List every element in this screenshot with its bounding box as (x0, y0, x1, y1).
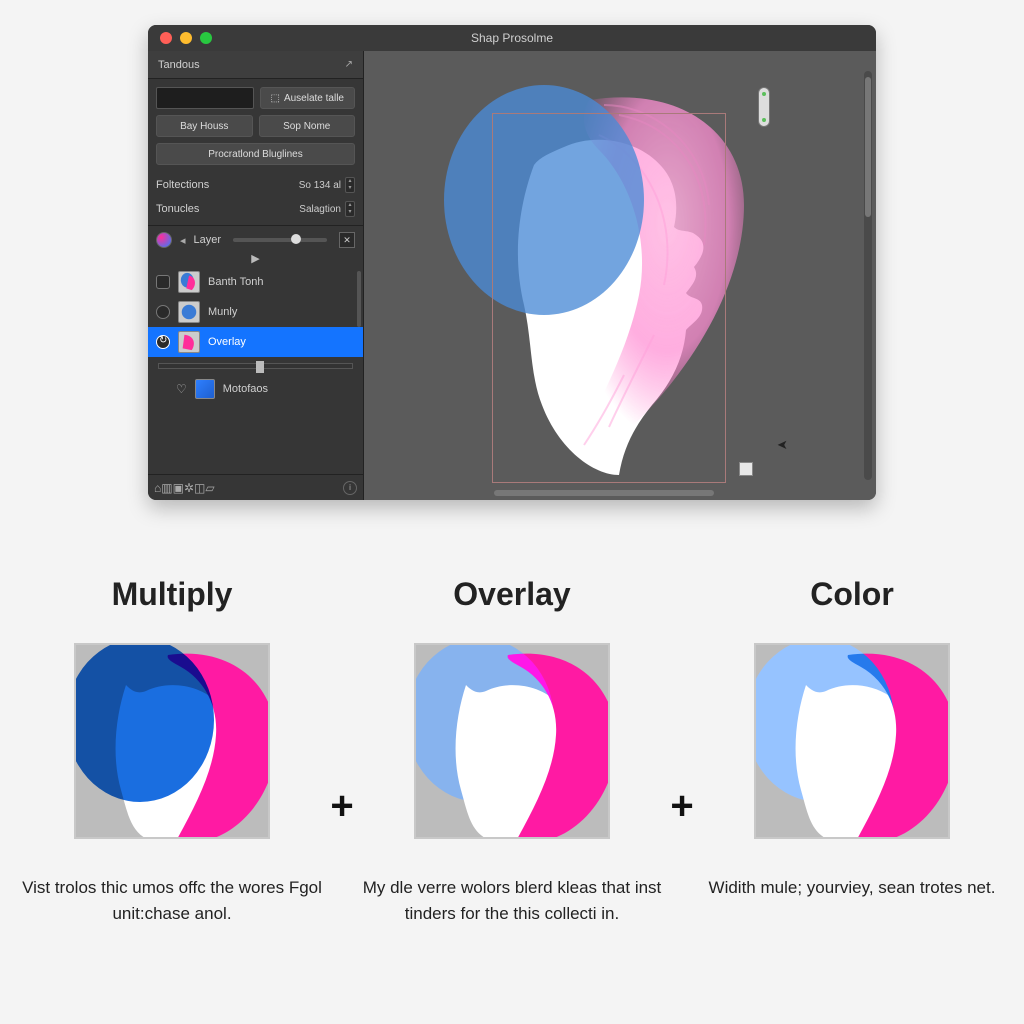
layer-name: Motofaos (223, 383, 268, 395)
home-icon[interactable]: ⌂ (154, 481, 161, 495)
delete-layer-button[interactable]: ✕ (339, 232, 355, 248)
layer-thumbnail (178, 271, 200, 293)
top-fields: ⬚ Auselate talle Bay Houss Sop Nome Proc… (148, 79, 363, 169)
layer-scrollbar[interactable] (357, 271, 361, 327)
vertical-scrollbar[interactable] (864, 71, 872, 480)
note-icon[interactable]: ▱ (205, 481, 214, 495)
artboard-bounds[interactable] (492, 113, 726, 483)
action-button-3[interactable]: Procratlond Bluglines (156, 143, 355, 165)
action-button-1[interactable]: Bay Houss (156, 115, 253, 137)
app-window: Shap Prosolme Tandous ↗ ⬚ Auselate talle… (148, 25, 876, 500)
layer-item[interactable]: Munly (148, 297, 363, 327)
property-label: Foltections (156, 179, 209, 191)
layer-thumbnail (178, 301, 200, 323)
compare-desc: My dle verre wolors blerd kleas that ins… (362, 875, 662, 926)
heart-icon: ♡ (176, 382, 187, 396)
layer-thumbnail (178, 331, 200, 353)
layer-label: Layer (194, 234, 222, 246)
visibility-toggle[interactable] (156, 275, 170, 289)
horizontal-scrollbar[interactable] (494, 490, 714, 496)
compare-title: Color (810, 576, 894, 613)
property-row: Tonucles Salagtion ▴▾ (156, 197, 355, 221)
property-value: So 134 al (299, 180, 341, 191)
visibility-toggle[interactable]: ↻ (156, 335, 170, 349)
layer-opacity-slider[interactable] (233, 238, 327, 242)
property-row: Foltections So 134 al ▴▾ (156, 173, 355, 197)
expand-icon[interactable]: ↗ (345, 59, 353, 70)
side-panel: Tandous ↗ ⬚ Auselate talle Bay Houss Sop… (148, 51, 364, 500)
canvas[interactable]: ➤ (364, 51, 876, 500)
property-value: Salagtion (299, 204, 341, 215)
lock-icon: ⬚ (271, 93, 280, 104)
compare-thumbnail (74, 643, 270, 839)
toggle-button[interactable]: ⬚ Auselate talle (260, 87, 356, 109)
ruler-handle[interactable] (758, 87, 770, 127)
layer-thumbnail (195, 379, 215, 399)
app-body: Tandous ↗ ⬚ Auselate talle Bay Houss Sop… (148, 51, 876, 500)
compare-color: Color Widith mule; yourviey, sean trotes… (702, 576, 1002, 901)
opacity-slider[interactable] (158, 363, 353, 369)
layer-name: Banth Tonh (208, 276, 263, 288)
tag-icon[interactable]: ◫ (194, 481, 205, 495)
compare-desc: Vist trolos thic umos offc the wores Fgo… (22, 875, 322, 926)
compare-desc: Widith mule; yourviey, sean trotes net. (709, 875, 996, 901)
compare-overlay: Overlay My dle verre wolors blerd kleas … (362, 576, 662, 926)
comparison-row: Multiply Vist trolos thic umos offc the … (22, 576, 1002, 926)
cursor-icon: ➤ (777, 437, 788, 453)
info-icon[interactable]: i (343, 481, 357, 495)
titlebar[interactable]: Shap Prosolme (148, 25, 876, 51)
arrow-icon: ◂ (180, 234, 186, 247)
plus-icon: + (322, 784, 362, 829)
stepper-control[interactable]: ▴▾ (345, 177, 355, 193)
compare-title: Overlay (453, 576, 570, 613)
layer-header: ◂ Layer ✕ (148, 225, 363, 250)
layer-name: Overlay (208, 336, 246, 348)
layer-subitem[interactable]: ♡ Motofaos (148, 375, 363, 403)
panel-footer: ⌂ ▥ ▣ ✲ ◫ ▱ i (148, 474, 363, 500)
compare-thumbnail (414, 643, 610, 839)
globe-icon[interactable]: ✲ (184, 481, 194, 495)
resize-handle[interactable] (739, 462, 753, 476)
layer-item[interactable]: Banth Tonh (148, 267, 363, 297)
play-button[interactable]: ▶ (148, 250, 363, 267)
stepper-control[interactable]: ▴▾ (345, 201, 355, 217)
blend-mode-icon[interactable] (156, 232, 172, 248)
layer-item-selected[interactable]: ↻ Overlay (148, 327, 363, 357)
plus-icon: + (662, 784, 702, 829)
calendar-icon[interactable]: ▥ (161, 481, 172, 495)
visibility-toggle[interactable] (156, 305, 170, 319)
window-title: Shap Prosolme (148, 31, 876, 45)
clipboard-icon[interactable]: ▣ (173, 481, 184, 495)
compare-multiply: Multiply Vist trolos thic umos offc the … (22, 576, 322, 926)
layer-list: Banth Tonh Munly ↻ Overlay (148, 267, 363, 403)
panel-tab[interactable]: Tandous ↗ (148, 51, 363, 79)
compare-thumbnail (754, 643, 950, 839)
property-label: Tonucles (156, 203, 199, 215)
name-input[interactable] (156, 87, 254, 109)
property-rows: Foltections So 134 al ▴▾ Tonucles Salagt… (148, 169, 363, 225)
action-button-2[interactable]: Sop Nome (259, 115, 356, 137)
compare-title: Multiply (112, 576, 233, 613)
toggle-label: Auselate talle (284, 93, 344, 104)
layer-name: Munly (208, 306, 237, 318)
panel-tab-label: Tandous (158, 59, 200, 71)
